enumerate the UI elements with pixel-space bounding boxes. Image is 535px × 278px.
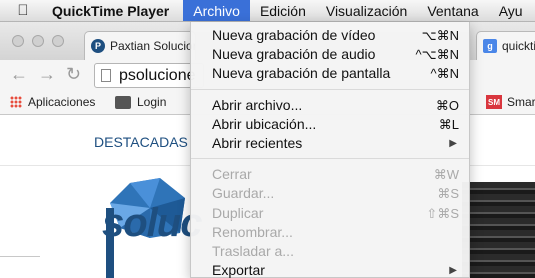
menu-item-shortcut: ^⌥⌘N	[415, 47, 459, 63]
reload-icon[interactable]: ↻	[66, 64, 81, 85]
menu-item[interactable]: Nueva grabación de audio ^⌥⌘N	[191, 45, 469, 64]
close-window-button[interactable]	[12, 35, 24, 47]
menu-visualizacion[interactable]: Visualización	[316, 0, 417, 21]
menu-item-shortcut: ⌘S	[437, 186, 459, 202]
menu-item-label: Nueva grabación de pantalla	[212, 65, 391, 82]
menu-item-label: Exportar	[212, 262, 265, 278]
menu-item: Duplicar ⇧⌘S	[191, 204, 469, 223]
submenu-arrow-icon: ▶	[449, 265, 457, 277]
bookmark-login[interactable]: Login	[115, 95, 166, 109]
submenu-arrow-icon: ▶	[449, 138, 457, 149]
menu-item: Cerrar ⌘W	[191, 165, 469, 184]
apps-grid-icon	[10, 96, 22, 108]
address-text: psolucione	[119, 66, 196, 84]
menu-item[interactable]: Nueva grabación de pantalla ^⌘N	[191, 64, 469, 83]
menu-item-label: Abrir ubicación...	[212, 115, 317, 132]
menu-ayuda[interactable]: Ayu	[489, 0, 533, 21]
menu-item-shortcut: ⇧⌘S	[426, 205, 459, 221]
tab-title: quickti	[502, 39, 535, 53]
sm-icon: SM	[486, 95, 502, 109]
menu-item-shortcut: ⌘L	[438, 116, 459, 132]
menu-separator	[191, 158, 469, 160]
menu-item-shortcut: ⌘W	[433, 167, 459, 183]
tab-google[interactable]: g quickti	[476, 31, 535, 60]
menu-item-shortcut: ^⌘N	[430, 66, 460, 82]
menu-item-label: Abrir archivo...	[212, 96, 303, 113]
menu-item[interactable]: Nueva grabación de vídeo ⌥⌘N	[191, 26, 469, 45]
page-icon	[101, 69, 111, 82]
archivo-dropdown-menu: Nueva grabación de vídeo ⌥⌘N Nueva grabaci…	[190, 22, 470, 278]
menu-item[interactable]: Exportar ▶	[191, 261, 469, 278]
menu-item-shortcut: ⌘O	[435, 97, 459, 113]
login-icon	[115, 95, 131, 109]
bookmark-label: Smart	[507, 95, 535, 109]
menu-item[interactable]: Abrir recientes ▶	[191, 134, 469, 153]
divider	[0, 256, 40, 257]
menu-ventana[interactable]: Ventana	[417, 0, 488, 21]
menu-item: Renombrar...	[191, 223, 469, 242]
menu-item: Trasladar a...	[191, 242, 469, 261]
bookmark-label: Login	[137, 95, 167, 109]
tab-title: Paxtian Solucion	[110, 39, 196, 53]
menu-app-name[interactable]: QuickTime Player	[38, 0, 183, 21]
zoom-window-button[interactable]	[52, 35, 64, 47]
minimize-window-button[interactable]	[32, 35, 44, 47]
paxtian-favicon-icon: P	[91, 39, 105, 53]
menu-item[interactable]: Abrir ubicación... ⌘L	[191, 115, 469, 134]
menu-item-shortcut: ⌥⌘N	[421, 28, 459, 43]
menu-item-label: Abrir recientes	[212, 135, 303, 151]
forward-arrow-icon[interactable]: →	[38, 64, 56, 85]
menu-item-label: Renombrar...	[212, 223, 293, 240]
bookmark-label: Aplicaciones	[28, 95, 96, 109]
menu-archivo[interactable]: Archivo	[183, 0, 250, 21]
menu-item-label: Duplicar	[212, 204, 264, 221]
apple-icon[interactable]: 	[8, 2, 38, 19]
bookmark-aplicaciones[interactable]: Aplicaciones	[10, 95, 95, 109]
nav-destacadas[interactable]: DESTACADAS	[94, 134, 188, 150]
google-favicon-icon: g	[483, 39, 497, 53]
menu-item-label: Cerrar	[212, 166, 252, 183]
menu-bar:  QuickTime Player Archivo Edición Visua…	[0, 0, 535, 22]
menu-item[interactable]: Abrir archivo... ⌘O	[191, 96, 469, 115]
logo-text: soluc	[102, 201, 202, 245]
address-bar[interactable]: psolucione	[94, 63, 204, 88]
menu-separator	[191, 88, 469, 90]
menu-item: Guardar... ⌘S	[191, 184, 469, 203]
bookmark-smart[interactable]: SM Smart	[486, 95, 535, 109]
menu-item-label: Nueva grabación de audio	[212, 46, 376, 63]
menu-item-label: Nueva grabación de vídeo	[212, 27, 376, 43]
menu-edicion[interactable]: Edición	[250, 0, 316, 21]
server-image	[462, 182, 535, 278]
menu-item-label: Guardar...	[212, 185, 275, 202]
back-arrow-icon[interactable]: ←	[10, 64, 28, 85]
menu-item-label: Trasladar a...	[212, 243, 294, 259]
tab-paxtian[interactable]: P Paxtian Solucion	[84, 31, 196, 60]
